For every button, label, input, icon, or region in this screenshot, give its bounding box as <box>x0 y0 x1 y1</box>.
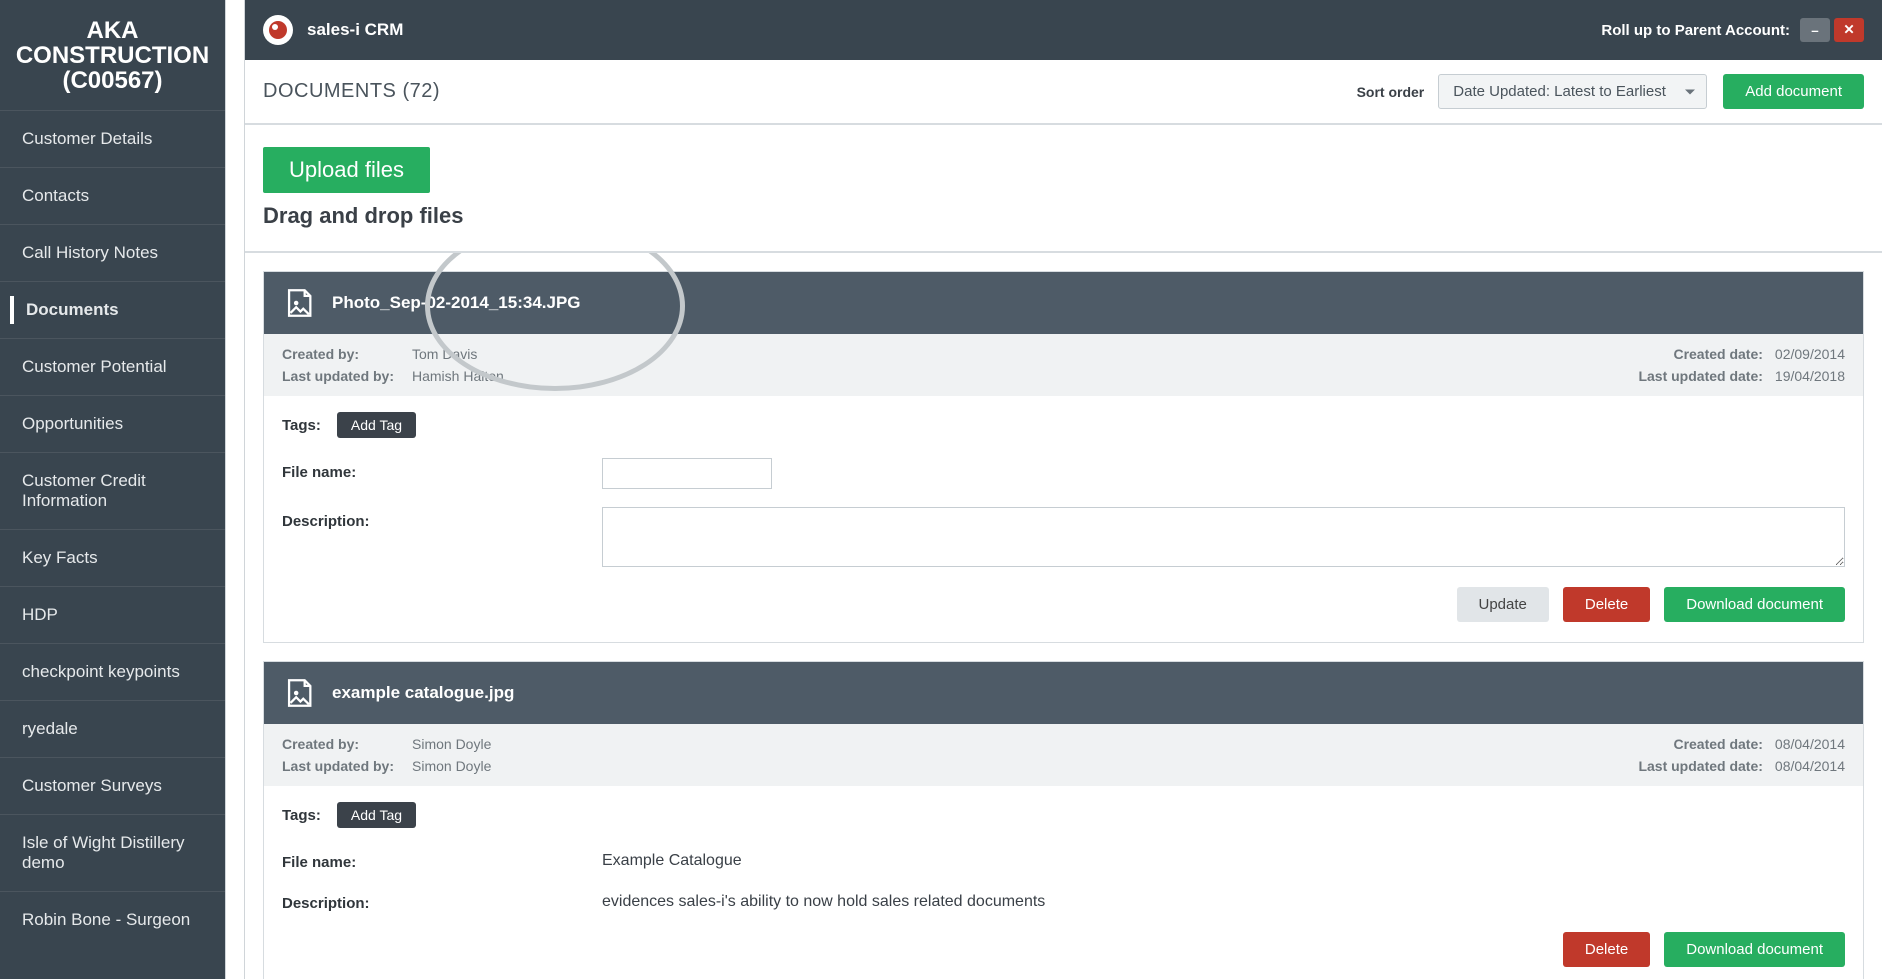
sidebar-item-hdp[interactable]: HDP <box>0 586 225 643</box>
sidebar-item-isle-of-wight-distillery-demo[interactable]: Isle of Wight Distillery demo <box>0 814 225 891</box>
download-button[interactable]: Download document <box>1664 587 1845 622</box>
account-title-line3: (C00567) <box>10 68 215 93</box>
account-title: AKA CONSTRUCTION (C00567) <box>0 0 225 110</box>
sidebar-item-customer-credit-information[interactable]: Customer Credit Information <box>0 452 225 529</box>
created-by-value: Simon Doyle <box>412 736 491 752</box>
updated-by-value: Simon Doyle <box>412 758 491 774</box>
account-title-line2: CONSTRUCTION <box>10 43 215 68</box>
sidebar-item-customer-details[interactable]: Customer Details <box>0 110 225 167</box>
created-date-value: 02/09/2014 <box>1775 346 1845 362</box>
description-value: evidences sales-i's ability to now hold … <box>602 889 1045 912</box>
documents-list: Photo_Sep-02-2014_15:34.JPG Created by: … <box>245 271 1882 979</box>
created-by-label: Created by: <box>282 736 412 752</box>
file-name-label: File name: <box>282 848 602 871</box>
main-pane: sales-i CRM Roll up to Parent Account: –… <box>245 0 1882 979</box>
document-header: example catalogue.jpg <box>264 662 1863 724</box>
file-name-input[interactable] <box>602 458 772 489</box>
document-actions: Delete Download document <box>282 930 1845 967</box>
sort-order-select[interactable]: Date Updated: Latest to Earliest <box>1438 74 1707 109</box>
created-date-label: Created date: <box>1638 346 1762 362</box>
created-date-value: 08/04/2014 <box>1775 736 1845 752</box>
created-date-label: Created date: <box>1638 736 1762 752</box>
document-card: Photo_Sep-02-2014_15:34.JPG Created by: … <box>263 271 1864 643</box>
description-label: Description: <box>282 889 602 912</box>
updated-date-value: 08/04/2014 <box>1775 758 1845 774</box>
image-file-icon <box>282 286 316 320</box>
image-file-icon <box>282 676 316 710</box>
delete-button[interactable]: Delete <box>1563 587 1650 622</box>
updated-by-label: Last updated by: <box>282 368 412 384</box>
rollup-collapse-button[interactable]: – <box>1800 18 1830 42</box>
sidebar-item-key-facts[interactable]: Key Facts <box>0 529 225 586</box>
description-label: Description: <box>282 507 602 567</box>
sidebar-item-call-history-notes[interactable]: Call History Notes <box>0 224 225 281</box>
right-gutter <box>1882 0 1902 979</box>
documents-scroll[interactable]: Upload files Drag and drop files Photo_S… <box>245 125 1882 979</box>
document-title: Photo_Sep-02-2014_15:34.JPG <box>332 293 581 313</box>
updated-date-label: Last updated date: <box>1638 368 1762 384</box>
sidebar-item-customer-surveys[interactable]: Customer Surveys <box>0 757 225 814</box>
delete-button[interactable]: Delete <box>1563 932 1650 967</box>
update-button[interactable]: Update <box>1457 587 1549 622</box>
file-name-value: Example Catalogue <box>602 848 742 871</box>
file-name-label: File name: <box>282 458 602 489</box>
sidebar-item-customer-potential[interactable]: Customer Potential <box>0 338 225 395</box>
document-title: example catalogue.jpg <box>332 683 514 703</box>
updated-date-label: Last updated date: <box>1638 758 1762 774</box>
sidebar-item-documents[interactable]: Documents <box>0 281 225 338</box>
brand-name: sales-i CRM <box>307 20 403 40</box>
document-meta: Created by: Tom Davis Last updated by: H… <box>264 334 1863 396</box>
sidebar-item-contacts[interactable]: Contacts <box>0 167 225 224</box>
sidebar: AKA CONSTRUCTION (C00567) Customer Detai… <box>0 0 225 979</box>
document-card: example catalogue.jpg Created by: Simon … <box>263 661 1864 979</box>
created-by-value: Tom Davis <box>412 346 504 362</box>
section-title: DOCUMENTS (72) <box>263 80 440 103</box>
sort-order-label: Sort order <box>1357 84 1425 100</box>
add-document-button[interactable]: Add document <box>1723 74 1864 109</box>
sidebar-item-opportunities[interactable]: Opportunities <box>0 395 225 452</box>
sort-order-select-wrap: Date Updated: Latest to Earliest <box>1438 74 1707 109</box>
tags-label: Tags: <box>282 417 321 434</box>
sidebar-item-checkpoint-keypoints[interactable]: checkpoint keypoints <box>0 643 225 700</box>
document-body: Tags: Add Tag File name: Example Catalog… <box>264 786 1863 979</box>
sidebar-item-ryedale[interactable]: ryedale <box>0 700 225 757</box>
download-button[interactable]: Download document <box>1664 932 1845 967</box>
pane-divider <box>225 0 245 979</box>
add-tag-button[interactable]: Add Tag <box>337 412 416 438</box>
upload-zone: Upload files Drag and drop files <box>245 125 1882 253</box>
updated-date-value: 19/04/2018 <box>1775 368 1845 384</box>
brand-logo-icon <box>263 15 293 45</box>
account-title-line1: AKA <box>10 18 215 43</box>
description-input[interactable] <box>602 507 1845 567</box>
section-header: DOCUMENTS (72) Sort order Date Updated: … <box>245 60 1882 125</box>
sidebar-item-robin-bone-surgeon[interactable]: Robin Bone - Surgeon <box>0 891 225 948</box>
add-tag-button[interactable]: Add Tag <box>337 802 416 828</box>
rollup-close-button[interactable]: ✕ <box>1834 18 1864 42</box>
created-by-label: Created by: <box>282 346 412 362</box>
updated-by-label: Last updated by: <box>282 758 412 774</box>
document-body: Tags: Add Tag File name: Description: Up… <box>264 396 1863 642</box>
document-actions: Update Delete Download document <box>282 585 1845 622</box>
document-meta: Created by: Simon Doyle Last updated by:… <box>264 724 1863 786</box>
updated-by-value: Hamish Halton <box>412 368 504 384</box>
upload-files-button[interactable]: Upload files <box>263 147 430 193</box>
tags-label: Tags: <box>282 807 321 824</box>
rollup-label: Roll up to Parent Account: <box>1601 22 1790 39</box>
topbar: sales-i CRM Roll up to Parent Account: –… <box>245 0 1882 60</box>
sidebar-nav: Customer DetailsContactsCall History Not… <box>0 110 225 948</box>
document-header: Photo_Sep-02-2014_15:34.JPG <box>264 272 1863 334</box>
drag-drop-hint: Drag and drop files <box>263 203 1864 229</box>
